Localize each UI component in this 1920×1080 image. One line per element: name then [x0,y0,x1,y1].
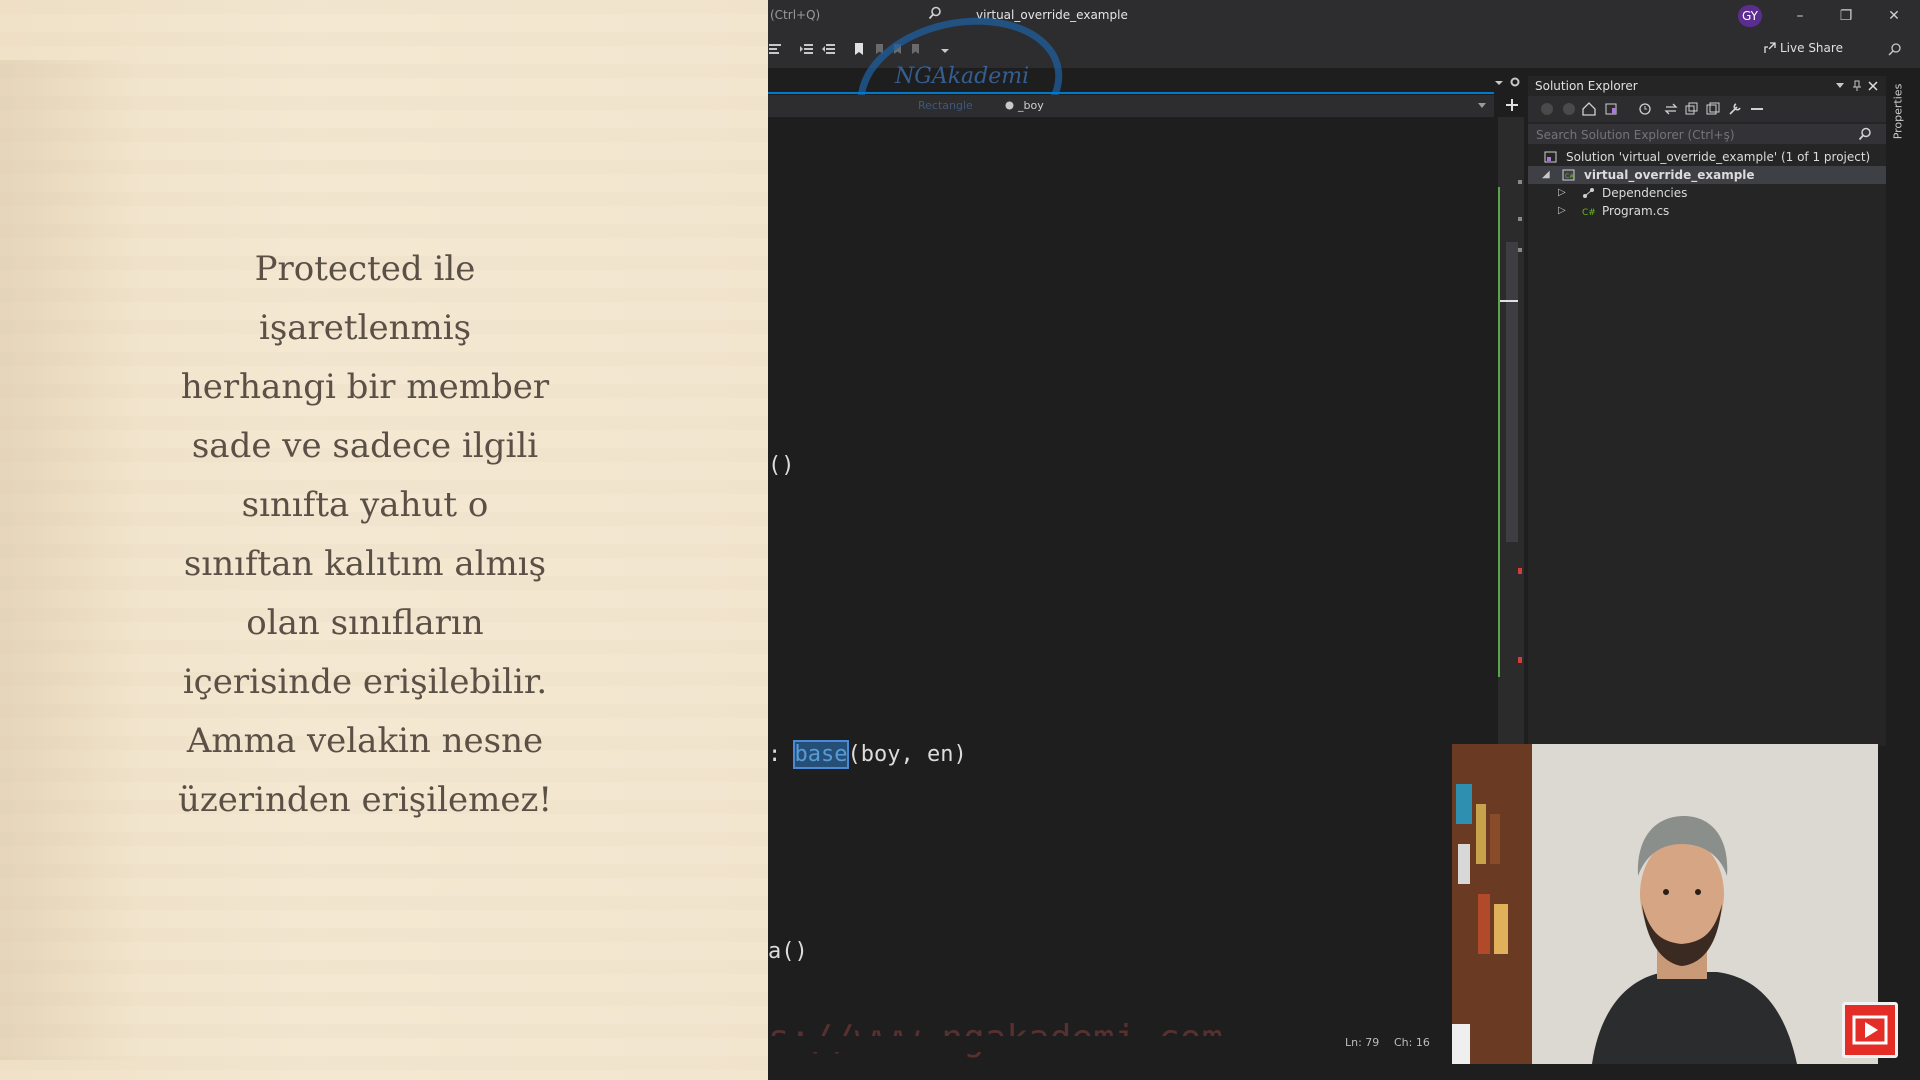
properties-tab-label: Properties [1891,83,1905,140]
code-token: : [768,742,795,767]
svg-text:C#: C# [1565,173,1574,180]
explanation-line: içerisinde erişilebilir. [182,662,548,702]
feedback-icon[interactable] [1888,42,1902,56]
caret-position-marker [1500,300,1518,302]
pending-changes-icon[interactable] [1638,102,1652,116]
scroll-marker [1518,248,1522,252]
solution-explorer: Solution Explorer Solution 'virtual_over… [1528,76,1886,746]
code-line: : base(boy, en) [768,740,967,769]
collapse-all-icon[interactable] [1684,102,1698,116]
split-editor-icon[interactable] [1505,98,1519,112]
scroll-marker [1518,217,1522,221]
close-button[interactable]: ✕ [1882,6,1906,26]
solution-explorer-search [1528,124,1886,145]
explanation-overlay: Protected ile işaretlenmiş herhangi bir … [0,0,768,1080]
forward-icon[interactable] [1562,102,1576,116]
explanation-text: Protected ile işaretlenmiş herhangi bir … [160,240,570,830]
tree-item-program[interactable]: ▷ C# Program.cs [1528,202,1886,220]
line-number: Ln: 79 [1345,1036,1380,1049]
collapsed-arrow-icon[interactable]: ▷ [1558,202,1566,220]
tree-item-label: Program.cs [1602,204,1670,218]
panel-title: Solution Explorer [1535,79,1638,93]
code-editor[interactable]: () : base(boy, en) a() [768,117,1498,1037]
gear-icon[interactable] [1509,76,1521,88]
navigation-bar: Rectangle _boy [768,95,1494,117]
explanation-line: işaretlenmiş [258,308,472,348]
live-share-button[interactable]: Live Share [1764,41,1843,55]
blurred-background-edge [0,60,140,1060]
tree-item-dependencies[interactable]: ▷ Dependencies [1528,184,1886,202]
csharp-file-icon: C# [1582,208,1595,217]
error-marker [1518,568,1522,574]
scroll-marker [1518,180,1522,184]
expanded-arrow-icon[interactable]: ◢ [1542,166,1550,184]
code-line: () [768,453,795,478]
solution-icon [1544,151,1557,163]
type-dropdown[interactable]: Rectangle [918,99,973,112]
explanation-line: sınıfta yahut o [241,485,489,525]
member-dropdown[interactable]: _boy [1005,99,1044,112]
chevron-down-icon[interactable] [1836,83,1844,89]
indent-icon[interactable] [800,42,814,56]
explanation-line: sınıftan kalıtım almış [183,544,547,584]
field-icon [1005,101,1014,110]
tree-item-label: virtual_override_example [1584,168,1755,182]
explanation-line: sade ve sadece ilgili [191,426,539,466]
solution-explorer-toolbar [1528,96,1886,122]
selected-keyword: base [792,740,850,769]
explanation-line: üzerinden erişilemez! [177,780,553,820]
code-token: (boy, en) [847,742,967,767]
explanation-line: herhangi bir member [180,367,550,407]
member-dropdown-label: _boy [1018,99,1044,112]
change-indicator [1498,187,1500,677]
csharp-project-icon: C# [1562,169,1575,181]
svg-text:C#: C# [1582,208,1595,217]
search-icon[interactable] [1858,127,1872,141]
dependencies-icon [1583,188,1594,198]
chevron-down-icon[interactable] [1478,103,1486,109]
minimize-button[interactable]: – [1788,6,1812,26]
outdent-icon[interactable] [822,42,836,56]
tree-item-project[interactable]: ◢ C# virtual_override_example [1528,166,1886,184]
explanation-line: olan sınıfların [246,603,484,643]
preview-icon[interactable] [1750,104,1764,114]
webcam-image [1452,744,1878,1064]
switch-views-icon[interactable] [1604,102,1618,116]
format-document-icon[interactable] [768,42,782,56]
scrollbar-thumb[interactable] [1506,242,1518,542]
webcam-feed [1452,744,1878,1064]
explanation-line: Protected ile [254,249,476,289]
live-share-label: Live Share [1780,41,1843,55]
char-number: Ch: 16 [1394,1036,1430,1049]
svg-text:NGAkademi: NGAkademi [894,64,1029,89]
active-tab-accent [768,92,1494,94]
collapsed-arrow-icon[interactable]: ▷ [1558,184,1566,202]
tree-item-label: Dependencies [1602,186,1688,200]
tree-item-label: Solution 'virtual_override_example' (1 o… [1566,150,1871,164]
chevron-down-icon[interactable] [1494,78,1504,88]
back-icon[interactable] [1540,102,1554,116]
youtube-icon [1842,1002,1898,1058]
restore-button[interactable]: ❐ [1834,6,1858,26]
editor-status-bar: Ln: 79 Ch: 16 [768,1036,1458,1052]
pin-icon[interactable] [1852,80,1862,92]
properties-side-tab[interactable]: Properties [1890,75,1912,155]
properties-icon[interactable] [1728,102,1742,116]
explanation-line: Amma velakin nesne [186,721,544,761]
home-icon[interactable] [1582,102,1596,116]
show-all-files-icon[interactable] [1706,102,1720,116]
quick-launch-hint[interactable]: (Ctrl+Q) [770,8,820,22]
live-share-icon [1764,42,1776,53]
error-marker [1518,657,1522,663]
avatar[interactable]: GY [1738,5,1762,27]
sync-icon[interactable] [1664,102,1678,116]
tree-item-solution[interactable]: Solution 'virtual_override_example' (1 o… [1528,148,1886,166]
code-line: a() [768,939,808,964]
search-input[interactable] [1534,125,1838,145]
close-icon[interactable] [1868,81,1878,91]
